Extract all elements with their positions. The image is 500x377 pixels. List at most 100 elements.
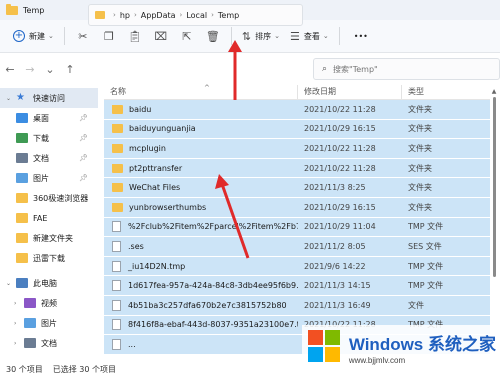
sidebar-item-videos[interactable]: › 视频 (0, 293, 98, 313)
folder-icon (6, 3, 18, 15)
table-row[interactable]: mcplugin 2021/10/22 11:28 文件夹 (104, 139, 490, 159)
sidebar-item-xunlei[interactable]: 迅雷下载 (0, 248, 98, 268)
folder-icon (112, 124, 123, 134)
copy-button[interactable]: ❐ (96, 24, 122, 48)
scrollbar-thumb[interactable] (492, 97, 496, 277)
file-list: 名称 ^ 修改日期 类型 baidu 2021/10/22 11:28 文件夹 bai… (104, 84, 490, 359)
sidebar-item-desktop[interactable]: 桌面 📌︎ (0, 108, 98, 128)
sidebar-item-quick-access[interactable]: ⌄ ★ 快速访问 (0, 88, 98, 108)
table-row[interactable]: 1d617fea-957a-424a-84c8-3db4ee95f6b9... 2… (104, 276, 490, 296)
sidebar-item-documents[interactable]: 文档 📌︎ (0, 148, 98, 168)
chevron-right-icon[interactable]: › (14, 320, 24, 327)
breadcrumb-item[interactable]: AppData (141, 11, 176, 20)
cell-date: 2021/10/22 11:28 (304, 163, 376, 173)
document-icon (16, 153, 28, 163)
up-arrow-icon[interactable]: ↑ (60, 63, 80, 76)
table-row[interactable]: WeChat Files 2021/11/3 8:25 文件夹 (104, 178, 490, 198)
search-box[interactable]: ⌕ (313, 58, 500, 80)
cell-type: 文件夹 (408, 183, 432, 193)
sidebar-item-label: 360极速浏览器 (33, 193, 89, 203)
sidebar-item-label: 图片 (33, 173, 49, 183)
table-row[interactable]: .ses 2021/11/2 8:05 SES 文件 (104, 237, 490, 257)
pin-icon: 📌︎ (79, 134, 88, 142)
file-icon (112, 299, 121, 311)
breadcrumb-item[interactable]: Local (186, 11, 207, 20)
column-header-name[interactable]: 名称 ^ (104, 84, 298, 99)
delete-button[interactable]: 🗑︎ (200, 24, 226, 48)
desktop-icon (16, 113, 28, 123)
new-button[interactable]: + 新建 ⌄ (8, 24, 59, 48)
file-name: yunbrowserthumbs (129, 202, 207, 212)
table-row[interactable]: baiduyunguanjia 2021/10/29 16:15 文件夹 (104, 119, 490, 140)
cut-button[interactable]: ✂ (70, 24, 96, 48)
cell-name: baiduyunguanjia (104, 124, 298, 134)
chevron-right-icon: › (133, 11, 137, 19)
cell-date: 2021/11/3 16:49 (304, 300, 371, 310)
search-icon: ⌕ (322, 64, 328, 74)
plus-icon: + (13, 30, 25, 42)
cell-type: TMP 文件 (408, 281, 444, 291)
table-row[interactable]: pt2pttransfer 2021/10/22 11:28 文件夹 (104, 158, 490, 179)
search-input[interactable] (333, 64, 484, 74)
breadcrumb-item[interactable]: Temp (218, 11, 239, 20)
sidebar-item-360-browser[interactable]: 360极速浏览器 (0, 188, 98, 208)
document-icon (24, 338, 36, 348)
pin-icon: 📌︎ (79, 114, 88, 122)
sidebar-item-this-pc[interactable]: ⌄ 此电脑 (0, 273, 98, 293)
table-row[interactable]: _iu14D2N.tmp 2021/9/6 14:22 TMP 文件 (104, 256, 490, 277)
picture-icon (16, 173, 28, 183)
rename-button[interactable]: ⌧ (148, 24, 174, 48)
folder-icon (16, 233, 28, 243)
cell-date: 2021/10/29 16:15 (304, 124, 376, 134)
table-row[interactable]: 4b51ba3c257dfa670b2e7c3815752b80 2021/11/… (104, 295, 490, 316)
cell-date: 2021/10/29 11:04 (304, 222, 376, 232)
sidebar-item-pc-pictures[interactable]: › 图片 (0, 313, 98, 333)
table-row[interactable]: yunbrowserthumbs 2021/10/29 16:15 文件夹 (104, 197, 490, 218)
more-button[interactable]: ••• (345, 24, 373, 48)
recent-chevron-icon[interactable]: ⌄ (40, 63, 60, 76)
scissors-icon: ✂ (78, 29, 88, 43)
address-bar[interactable]: › hp › AppData › Local › Temp (88, 4, 303, 26)
cell-name: .ses (104, 240, 298, 252)
windows-logo-icon (308, 330, 341, 364)
video-icon (24, 298, 36, 308)
breadcrumb-item[interactable]: hp (120, 11, 130, 20)
cell-name: baidu (104, 104, 298, 114)
back-arrow-icon[interactable]: ← (0, 63, 20, 76)
column-header-date[interactable]: 修改日期 (298, 84, 402, 99)
sidebar-item-label: 文档 (33, 153, 49, 163)
cell-type: 文件夹 (408, 104, 432, 114)
forward-arrow-icon[interactable]: → (20, 63, 40, 76)
sort-label: 排序 (255, 31, 272, 41)
cell-name: pt2pttransfer (104, 163, 298, 173)
chevron-down-icon[interactable]: ⌄ (6, 280, 16, 287)
paste-button[interactable]: 📋︎ (122, 24, 148, 48)
table-row[interactable]: %2Fclub%2Fitem%2Fparcel%2Fitem%2Fb7... 20… (104, 217, 490, 238)
sidebar-item-pc-documents[interactable]: › 文档 (0, 333, 98, 353)
sidebar-item-new-folder[interactable]: 新建文件夹 (0, 228, 98, 248)
watermark-url: www.bjjmlv.com (348, 355, 406, 365)
folder-icon (16, 253, 28, 263)
sidebar-item-downloads[interactable]: 下载 📌︎ (0, 128, 98, 148)
cell-type: TMP 文件 (408, 261, 444, 271)
vertical-scrollbar[interactable]: ▲ (490, 88, 498, 356)
chevron-right-icon[interactable]: › (14, 340, 24, 347)
file-name: 1d617fea-957a-424a-84c8-3db4ee95f6b9... (128, 281, 298, 291)
chevron-right-icon[interactable]: › (14, 300, 24, 307)
cell-name: yunbrowserthumbs (104, 202, 298, 212)
sidebar-item-pictures[interactable]: 图片 📌︎ (0, 168, 98, 188)
file-icon (112, 240, 121, 252)
table-row[interactable]: baidu 2021/10/22 11:28 文件夹 (104, 100, 490, 120)
view-button[interactable]: ☰ 查看 ⌄ (285, 24, 334, 48)
scroll-up-icon[interactable]: ▲ (490, 88, 498, 95)
share-button[interactable]: ⇱ (174, 24, 200, 48)
sort-button[interactable]: ⇅ 排序 ⌄ (237, 24, 285, 48)
chevron-down-icon[interactable]: ⌄ (6, 95, 16, 102)
sidebar-item-fae[interactable]: FAE (0, 208, 98, 228)
file-icon (112, 260, 121, 272)
column-header-row: 名称 ^ 修改日期 类型 (104, 84, 490, 100)
column-header-type[interactable]: 类型 (402, 85, 490, 99)
pc-icon (16, 278, 28, 288)
cell-type: 文件夹 (408, 163, 432, 173)
folder-icon (16, 193, 28, 203)
